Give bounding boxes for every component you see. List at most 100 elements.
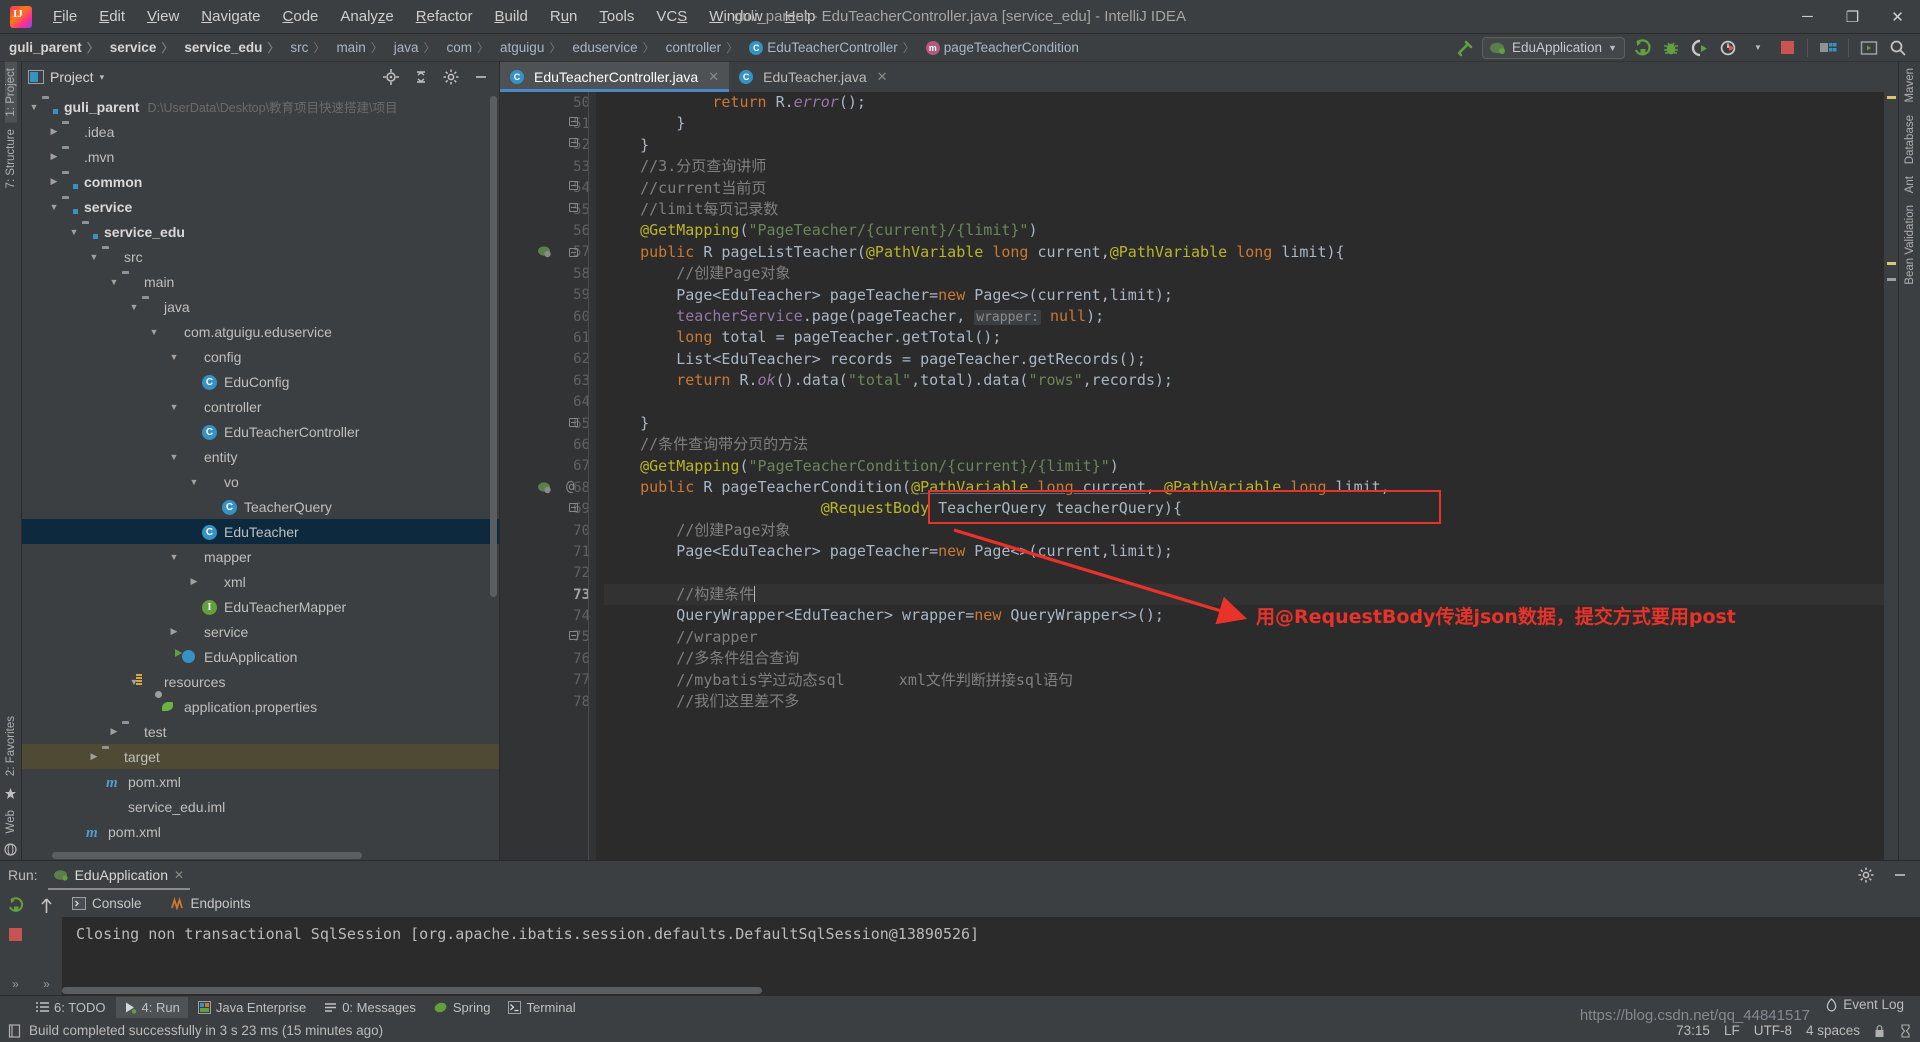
web-globe-icon[interactable] (4, 843, 17, 856)
favorites-star-icon[interactable] (4, 787, 17, 800)
breadcrumb-item-atguigu[interactable]: atguigu 〉 (497, 38, 569, 57)
breadcrumb-item-controller[interactable]: controller 〉 (663, 38, 747, 57)
tree-node-educonfig[interactable]: C EduConfig (22, 369, 499, 394)
rerun-icon[interactable] (7, 897, 24, 914)
tree-node-teacherquery[interactable]: C TeacherQuery (22, 494, 499, 519)
run-tab-eduapplication[interactable]: EduApplication ✕ (47, 863, 191, 890)
breadcrumb-item-class[interactable]: C EduTeacherController 〉 (746, 38, 923, 57)
tree-node-eduteachercontroller[interactable]: C EduTeacherController (22, 419, 499, 444)
tree-node-eduteachermapper[interactable]: I EduTeacherMapper (22, 594, 499, 619)
bottom-tab-run[interactable]: 4: Run (115, 997, 188, 1018)
project-structure-icon[interactable] (1816, 37, 1840, 59)
fold-marker[interactable] (568, 180, 578, 190)
build-hammer-icon[interactable] (1453, 37, 1477, 59)
source-code[interactable]: return R.error(); } } //3.分页查询讲师 //curre… (596, 92, 1884, 860)
bottom-tab-messages[interactable]: 0: Messages (316, 997, 424, 1018)
warning-marker[interactable] (1887, 262, 1896, 265)
close-icon[interactable]: ✕ (877, 69, 888, 85)
expand-arrow-icon[interactable]: ▼ (146, 327, 162, 337)
menu-window[interactable]: Window (698, 4, 773, 29)
expand-arrow-icon[interactable]: ▶ (166, 626, 182, 637)
tree-node-mvn[interactable]: ▶ .mvn (22, 144, 499, 169)
menu-build[interactable]: Build (483, 4, 538, 29)
expand-arrow-icon[interactable]: ▶ (46, 126, 62, 137)
menu-navigate[interactable]: Navigate (190, 4, 271, 29)
menu-help[interactable]: Help (774, 4, 827, 29)
expand-arrow-icon[interactable]: ▼ (166, 552, 182, 562)
editor-marker-strip[interactable] (1884, 92, 1898, 860)
expand-arrow-icon[interactable]: ▶ (186, 576, 202, 587)
sidebar-item-web[interactable]: Web (5, 804, 17, 839)
spring-bean-gutter-icon[interactable] (538, 245, 552, 259)
breadcrumb-item-eduservice[interactable]: eduservice 〉 (569, 38, 662, 57)
tree-node-mapper[interactable]: ▼ mapper (22, 544, 499, 569)
tab-eduteacher[interactable]: C EduTeacher.java ✕ (729, 62, 898, 92)
expand-arrow-icon[interactable]: ▼ (186, 477, 202, 487)
settings-gear-icon[interactable] (1854, 864, 1878, 886)
expand-arrow-icon[interactable]: ▶ (86, 751, 102, 762)
spring-bean-gutter-icon[interactable] (538, 481, 552, 495)
breadcrumb-item-src[interactable]: src 〉 (287, 38, 333, 57)
tree-node-service-pkg[interactable]: ▶ service (22, 619, 499, 644)
console-output[interactable]: Closing non transactional SqlSession [or… (62, 917, 1920, 995)
tree-node-entity[interactable]: ▼ entity (22, 444, 499, 469)
project-horizontal-scrollbar[interactable] (22, 851, 499, 860)
tree-node-target[interactable]: ▶ target (22, 744, 499, 769)
tree-node-package-root[interactable]: ▼ com.atguigu.eduservice (22, 319, 499, 344)
bottom-tab-todo[interactable]: 6: TODO (28, 997, 114, 1018)
memory-indicator-icon[interactable] (1899, 1023, 1912, 1038)
tree-node-guli-parent[interactable]: ▼ guli_parent D:\UserData\Desktop\教育项目快速… (22, 94, 499, 119)
tree-node-xml[interactable]: ▶ xml (22, 569, 499, 594)
expand-arrow-icon[interactable]: ▼ (26, 102, 42, 112)
editor-gutter[interactable]: 50 51 52 53 54 55 56 57 58 59 60 61 62 6… (500, 92, 596, 860)
project-tree[interactable]: ▼ guli_parent D:\UserData\Desktop\教育项目快速… (22, 92, 499, 851)
run-configuration-selector[interactable]: EduApplication ▼ (1482, 36, 1625, 59)
fold-marker[interactable] (568, 247, 578, 257)
warning-marker[interactable] (1887, 96, 1896, 99)
sidebar-item-project[interactable]: 1: Project (4, 62, 17, 123)
expand-arrow-icon[interactable]: ▶ (106, 726, 122, 737)
expand-arrow-icon[interactable]: ▼ (126, 302, 142, 312)
menu-tools[interactable]: Tools (588, 4, 645, 29)
breadcrumb-item-guli-parent[interactable]: guli_parent 〉 (6, 38, 107, 57)
bottom-tab-terminal[interactable]: Terminal (500, 997, 583, 1018)
tree-node-main[interactable]: ▼ main (22, 269, 499, 294)
minimize-button[interactable]: ─ (1785, 0, 1830, 34)
expand-arrow-icon[interactable]: ▼ (86, 252, 102, 262)
sidebar-item-favorites[interactable]: 2: Favorites (5, 710, 17, 782)
hide-panel-icon[interactable] (469, 66, 493, 88)
expand-arrow-icon[interactable]: ▼ (166, 352, 182, 362)
tab-endpoints[interactable]: Endpoints (164, 892, 257, 915)
menu-run[interactable]: Run (539, 4, 589, 29)
fold-marker[interactable] (568, 630, 578, 640)
expand-arrow-icon[interactable]: ▶ (46, 151, 62, 162)
lock-icon[interactable] (1874, 1024, 1885, 1038)
collapse-all-icon[interactable] (409, 66, 433, 88)
tree-node-idea[interactable]: ▶ .idea (22, 119, 499, 144)
tree-node-eduapplication[interactable]: EduApplication (22, 644, 499, 669)
run-icon[interactable] (1630, 37, 1654, 59)
bottom-tab-spring[interactable]: Spring (426, 997, 499, 1018)
expand-arrow-icon[interactable]: ▼ (66, 227, 82, 237)
info-marker[interactable] (1887, 278, 1896, 281)
caret-position[interactable]: 73:15 (1676, 1023, 1710, 1038)
maximize-button[interactable]: ❐ (1830, 0, 1875, 34)
open-preview-icon[interactable] (1857, 37, 1881, 59)
expand-chevrons-icon-2[interactable]: » (43, 977, 50, 995)
stop-icon[interactable] (9, 928, 22, 941)
fold-marker[interactable] (568, 502, 578, 512)
breadcrumb-item-main[interactable]: main 〉 (333, 38, 390, 57)
expand-arrow-icon[interactable]: ▼ (106, 277, 122, 287)
tree-node-test[interactable]: ▶ test (22, 719, 499, 744)
close-button[interactable]: ✕ (1875, 0, 1920, 34)
breadcrumb-item-java[interactable]: java 〉 (391, 38, 444, 57)
close-icon[interactable]: ✕ (174, 868, 184, 882)
sidebar-item-bean-validation[interactable]: Bean Validation (1904, 199, 1916, 291)
sidebar-item-maven[interactable]: Maven (1904, 62, 1916, 109)
tree-node-controller[interactable]: ▼ controller (22, 394, 499, 419)
tree-node-pom-xml-inner[interactable]: m pom.xml (22, 769, 499, 794)
file-encoding[interactable]: UTF-8 (1754, 1023, 1792, 1038)
sidebar-item-ant[interactable]: Ant (1904, 170, 1916, 199)
menu-vcs[interactable]: VCS (645, 4, 698, 29)
fold-marker[interactable] (568, 116, 578, 126)
